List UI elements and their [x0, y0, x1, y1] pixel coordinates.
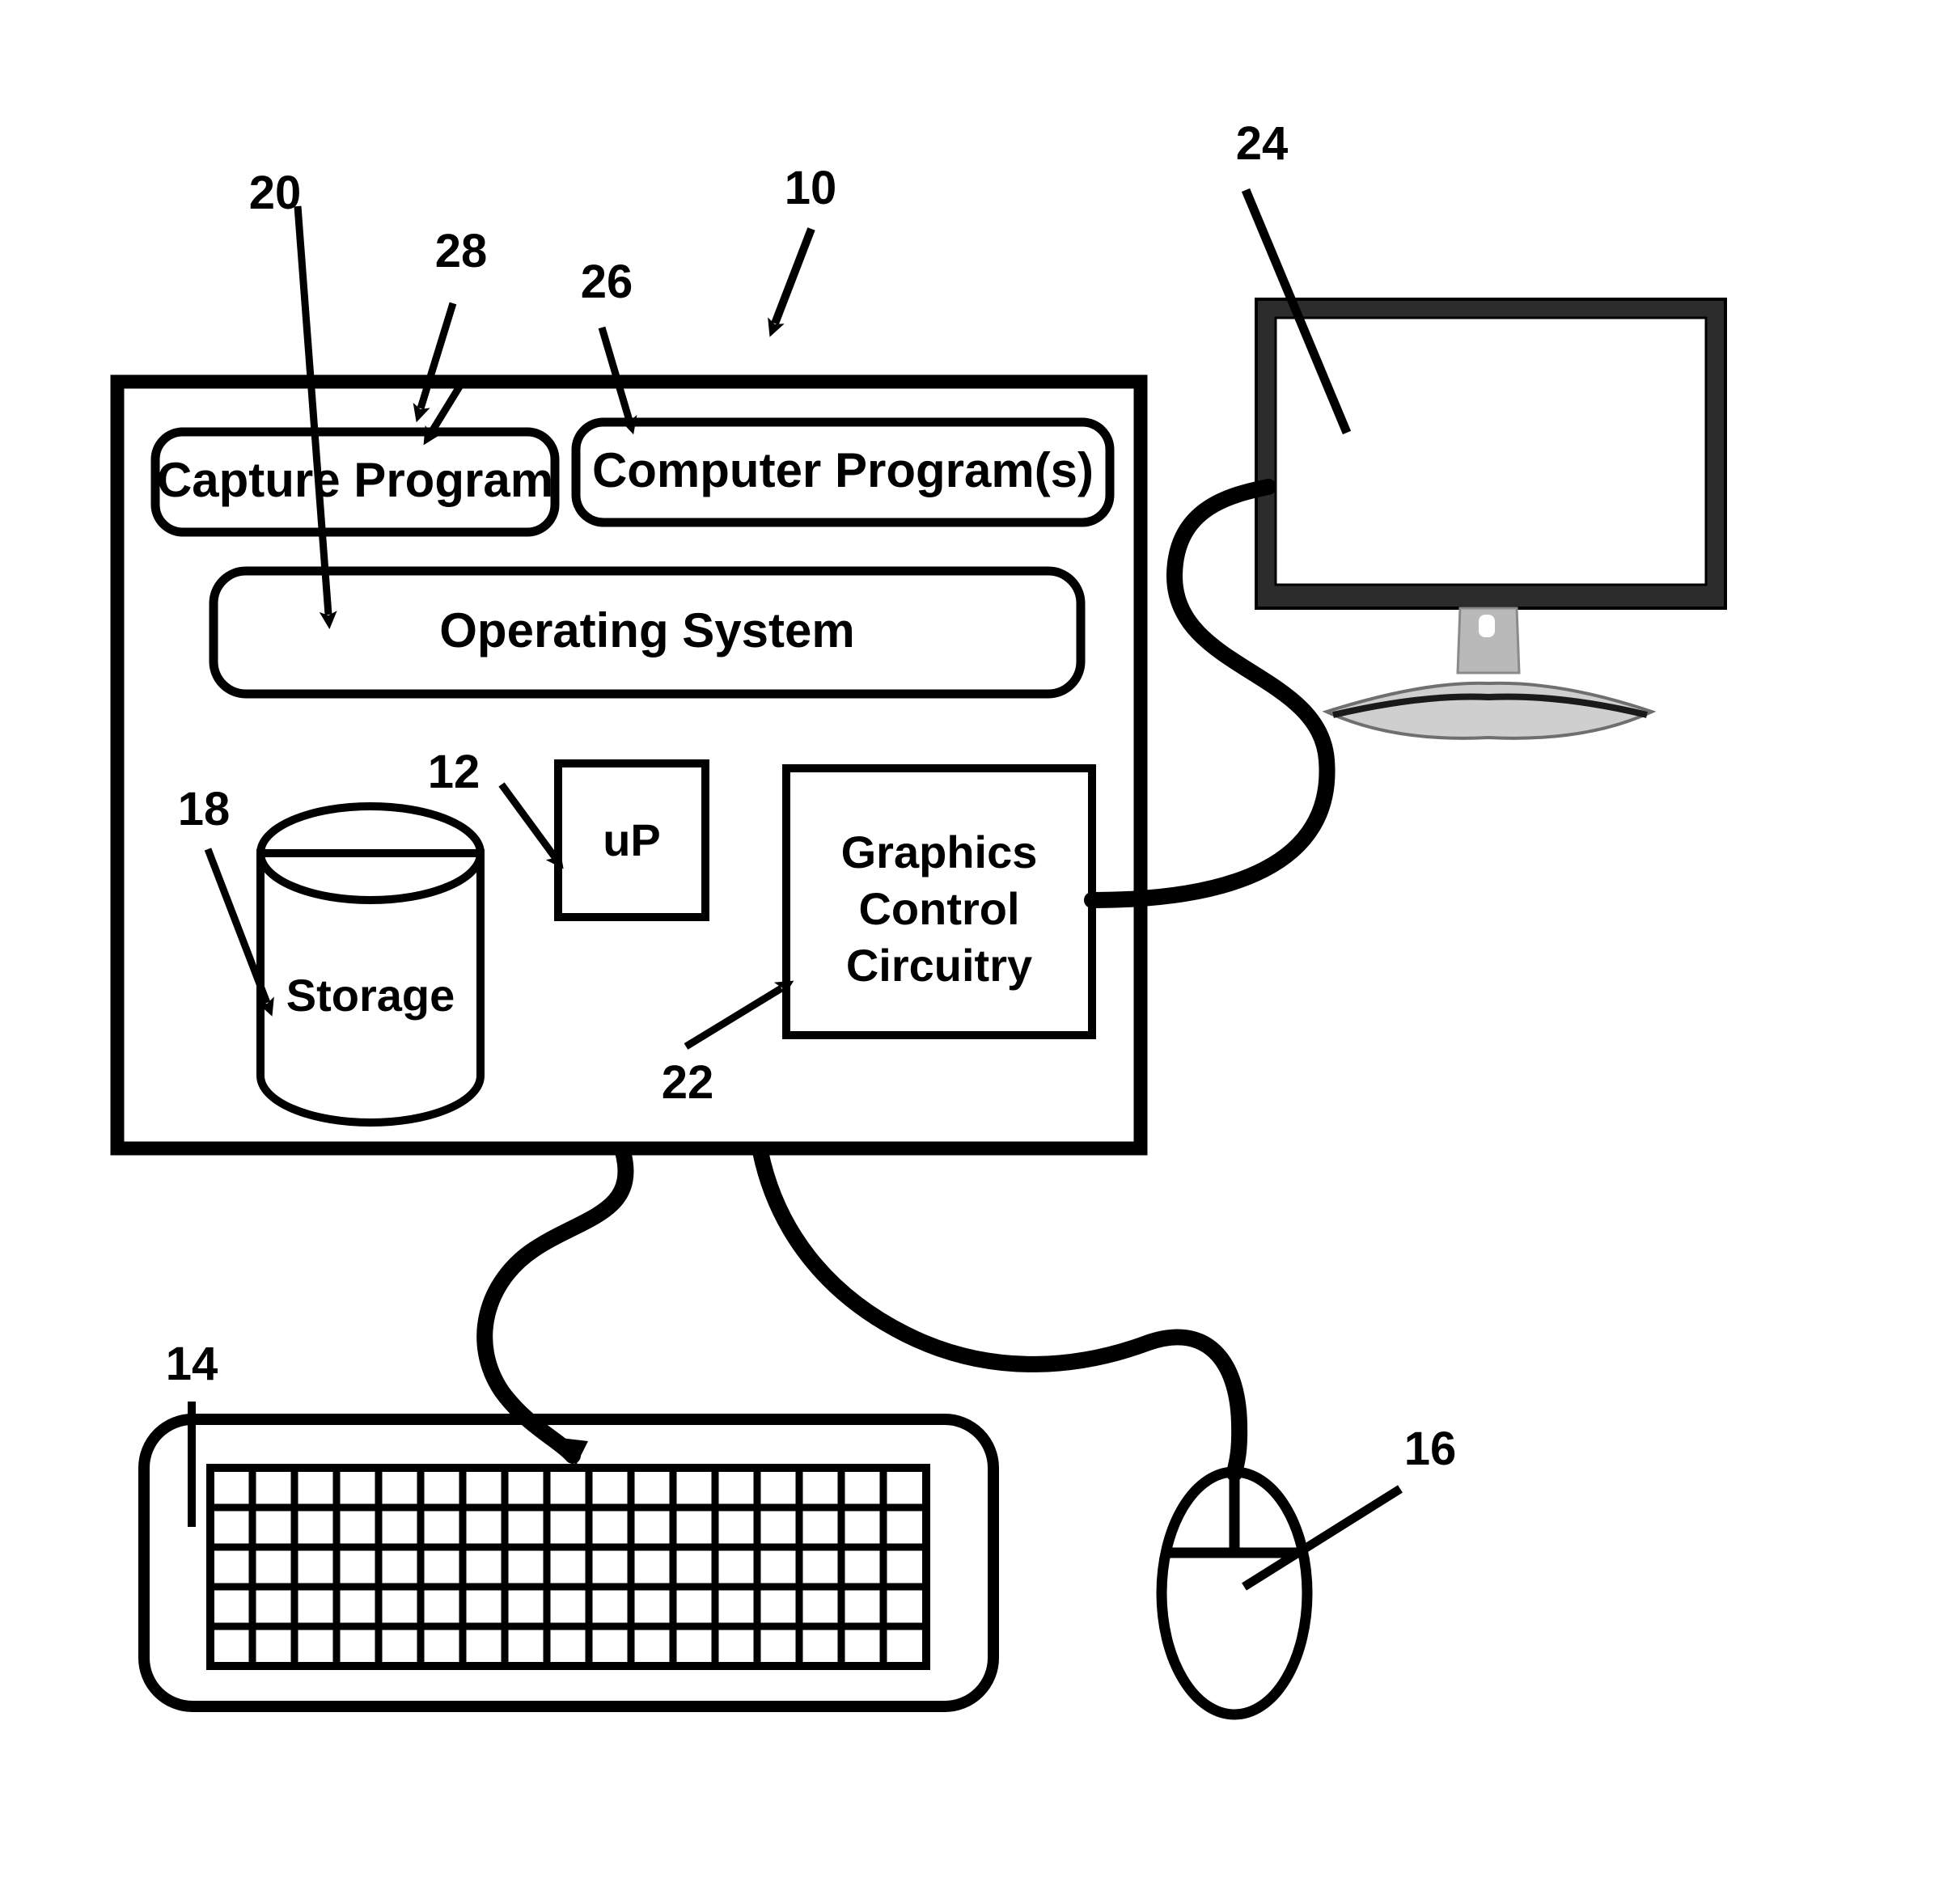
microprocessor-box[interactable]: uP: [554, 759, 709, 921]
storage-label: Storage: [286, 970, 455, 1021]
leader-operating-system: 20: [249, 167, 337, 629]
mouse[interactable]: [1156, 1466, 1313, 1720]
graphics-control-label-line-1: Graphics: [841, 827, 1038, 877]
monitor-neck-notch: [1479, 615, 1495, 637]
ref-numeral-28: 28: [435, 225, 488, 277]
computer-programs-label: Computer Program(s): [592, 443, 1094, 497]
leader-line-26: [598, 326, 637, 435]
ref-numeral-12: 12: [428, 746, 480, 798]
ref-numeral-16: 16: [1404, 1423, 1457, 1475]
leader-line-22: [684, 980, 794, 1050]
ref-numeral-20: 20: [249, 167, 302, 219]
leader-microprocessor: 12: [428, 746, 564, 869]
keyboard-key-grid[interactable]: [206, 1464, 930, 1670]
ref-numeral-10: 10: [785, 162, 837, 214]
leader-line-10: [768, 227, 815, 337]
leader-line-28-stem: [413, 302, 457, 423]
computer-programs-box[interactable]: Computer Program(s): [571, 417, 1115, 527]
ref-numeral-22: 22: [662, 1056, 714, 1109]
leader-mouse: 16: [1242, 1423, 1457, 1591]
leader-line-16: [1242, 1485, 1403, 1591]
graphics-control-label-line-3: Circuitry: [846, 940, 1032, 991]
capture-program-label: Capture Program: [157, 453, 553, 507]
leader-system: 10: [768, 162, 837, 337]
ref-numeral-14: 14: [166, 1338, 218, 1390]
keyboard-key-area: [206, 1464, 930, 1670]
leader-capture-program: 28: [423, 225, 488, 446]
operating-system-box[interactable]: Operating System: [209, 566, 1086, 699]
ref-numeral-18: 18: [178, 783, 231, 835]
leader-line-20: [294, 205, 337, 629]
monitor-base: [1322, 681, 1657, 740]
leader-storage: 18: [178, 783, 274, 1017]
keyboard-cable: [476, 1144, 634, 1464]
mouse-cable: [752, 1144, 1248, 1482]
patent-figure: Capture Program Computer Program(s) Oper…: [0, 0, 1960, 1890]
capture-program-box[interactable]: Capture Program: [150, 427, 560, 537]
storage-cylinder[interactable]: Storage: [256, 802, 485, 1127]
microprocessor-label: uP: [603, 814, 661, 865]
monitor-screen[interactable]: [1274, 316, 1708, 586]
display-monitor[interactable]: [1255, 298, 1727, 740]
ref-numeral-24: 24: [1236, 117, 1289, 170]
leader-graphics-control: 22: [662, 980, 794, 1109]
graphics-control-label-line-2: Control: [858, 883, 1019, 934]
graphics-control-circuitry-box[interactable]: Graphics Control Circuitry: [782, 764, 1096, 1039]
leader-line-12: [498, 782, 564, 869]
leader-computer-programs: 26: [581, 256, 637, 435]
ref-numeral-26: 26: [581, 256, 633, 308]
operating-system-label: Operating System: [439, 603, 855, 657]
diagram-canvas: Capture Program Computer Program(s) Oper…: [110, 117, 1727, 1720]
